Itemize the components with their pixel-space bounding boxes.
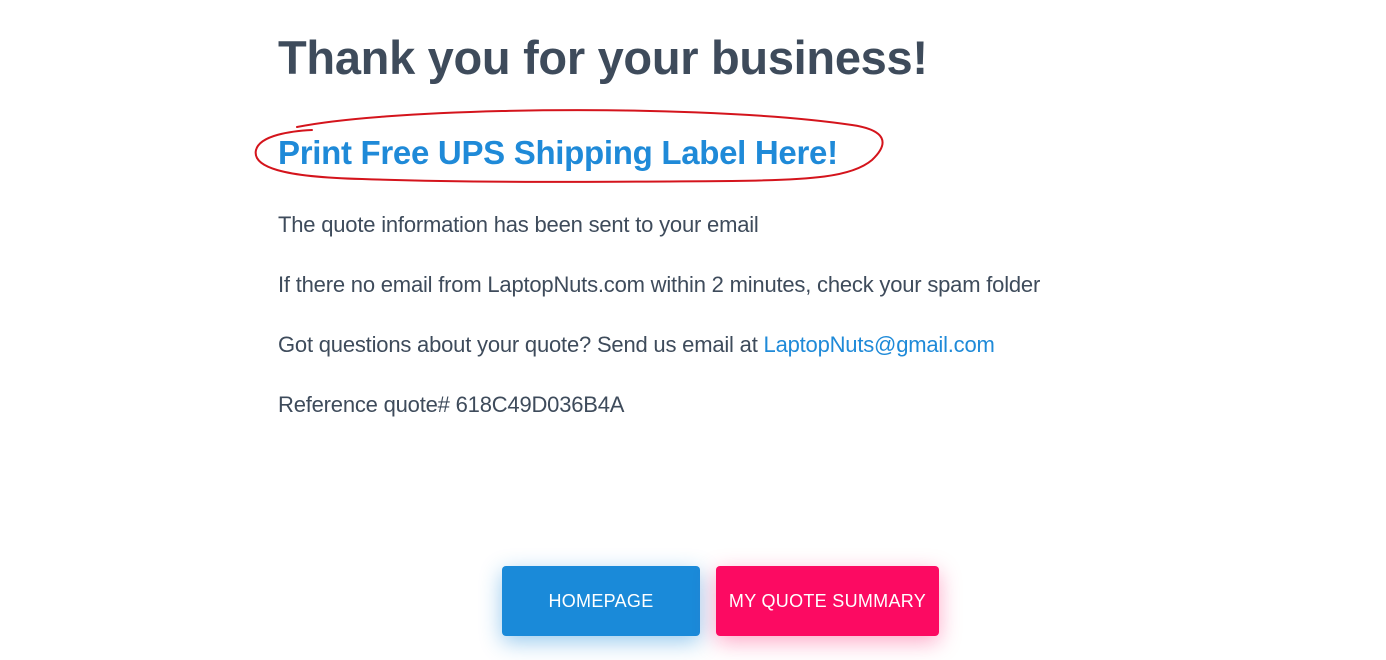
questions-message: Got questions about your quote? Send us … [278,332,995,358]
reference-quote: Reference quote# 618C49D036B4A [278,392,624,418]
reference-quote-id: 618C49D036B4A [455,392,625,417]
support-email-link[interactable]: LaptopNuts@gmail.com [764,332,995,357]
page-title: Thank you for your business! [278,31,928,84]
quote-summary-button[interactable]: MY QUOTE SUMMARY [716,566,939,636]
email-sent-message: The quote information has been sent to y… [278,212,759,237]
confirmation-content: Thank you for your business! Print Free … [278,28,1178,417]
thank-you-page: Thank you for your business! Print Free … [0,0,1386,660]
questions-text: Got questions about your quote? Send us … [278,332,764,357]
spam-folder-message: If there no email from LaptopNuts.com wi… [278,272,1041,297]
reference-label: Reference quote# [278,392,456,417]
print-shipping-label-link[interactable]: Print Free UPS Shipping Label Here! [278,134,838,172]
homepage-button[interactable]: HOMEPAGE [502,566,700,636]
